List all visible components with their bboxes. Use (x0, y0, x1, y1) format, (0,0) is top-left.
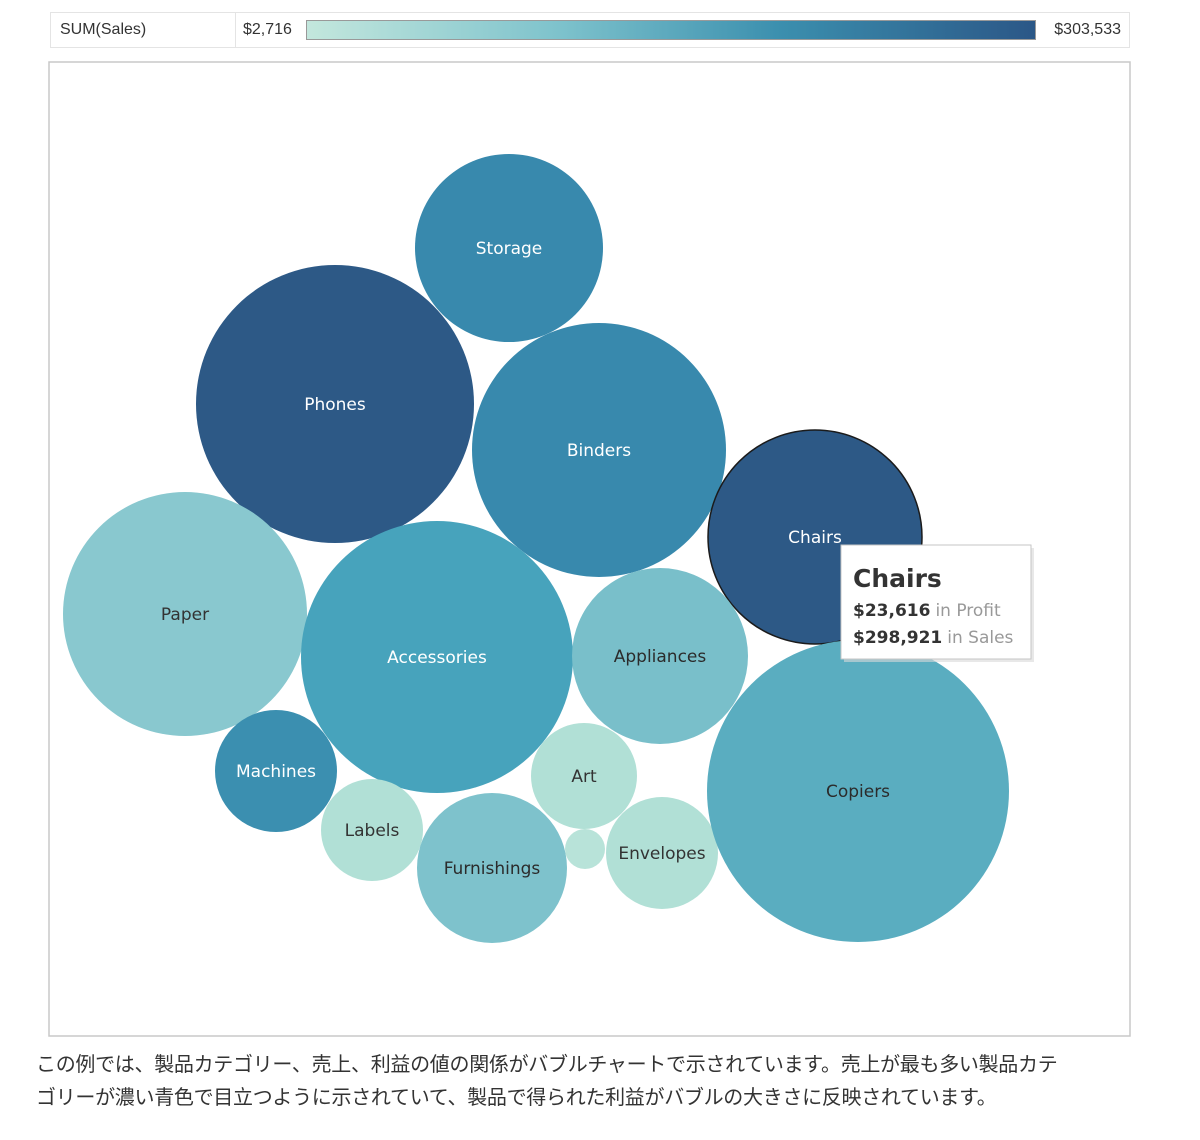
bubble-label-chairs: Chairs (788, 528, 842, 548)
bubble-label-copiers: Copiers (826, 782, 890, 802)
caption: この例では、製品カテゴリー、売上、利益の値の関係がバブルチャートで示されています… (36, 1048, 1186, 1114)
bubble-label-envelopes: Envelopes (618, 844, 705, 864)
bubble-label-storage: Storage (476, 239, 543, 259)
bubble-label-paper: Paper (161, 605, 209, 625)
bubble-label-machines: Machines (236, 762, 316, 782)
bubble-chart: Storage Phones Binders Chairs Paper Accessori… (48, 61, 1131, 1037)
tooltip-profit-suffix: in Profit (935, 601, 1001, 621)
bubble-label-furnishings: Furnishings (444, 859, 541, 879)
bubble-label-labels: Labels (345, 821, 400, 841)
tooltip-sales-line: $298,921 in Sales (853, 628, 1014, 648)
caption-line-1: この例では、製品カテゴリー、売上、利益の値の関係がバブルチャートで示されています… (36, 1052, 1058, 1076)
bubble-label-accessories: Accessories (387, 648, 487, 668)
caption-line-2: ゴリーが濃い青色で目立つように示されていて、製品で得られた利益がバブルの大きさに… (36, 1085, 997, 1109)
tooltip-profit-line: $23,616 in Profit (853, 601, 1001, 621)
bubble-unlabeled-11[interactable] (565, 829, 605, 869)
bubble-label-binders: Binders (567, 441, 631, 461)
tooltip-title: Chairs (853, 564, 942, 593)
tooltip-sales-value: $298,921 (853, 628, 942, 648)
tooltip-sales-suffix: in Sales (947, 628, 1013, 648)
bubble-label-appliances: Appliances (614, 647, 707, 667)
bubble-label-phones: Phones (304, 395, 366, 415)
tooltip-profit-value: $23,616 (853, 601, 930, 621)
tooltip: Chairs $23,616 in Profit $298,921 in Sales (840, 544, 1034, 662)
bubble-label-art: Art (571, 767, 597, 787)
